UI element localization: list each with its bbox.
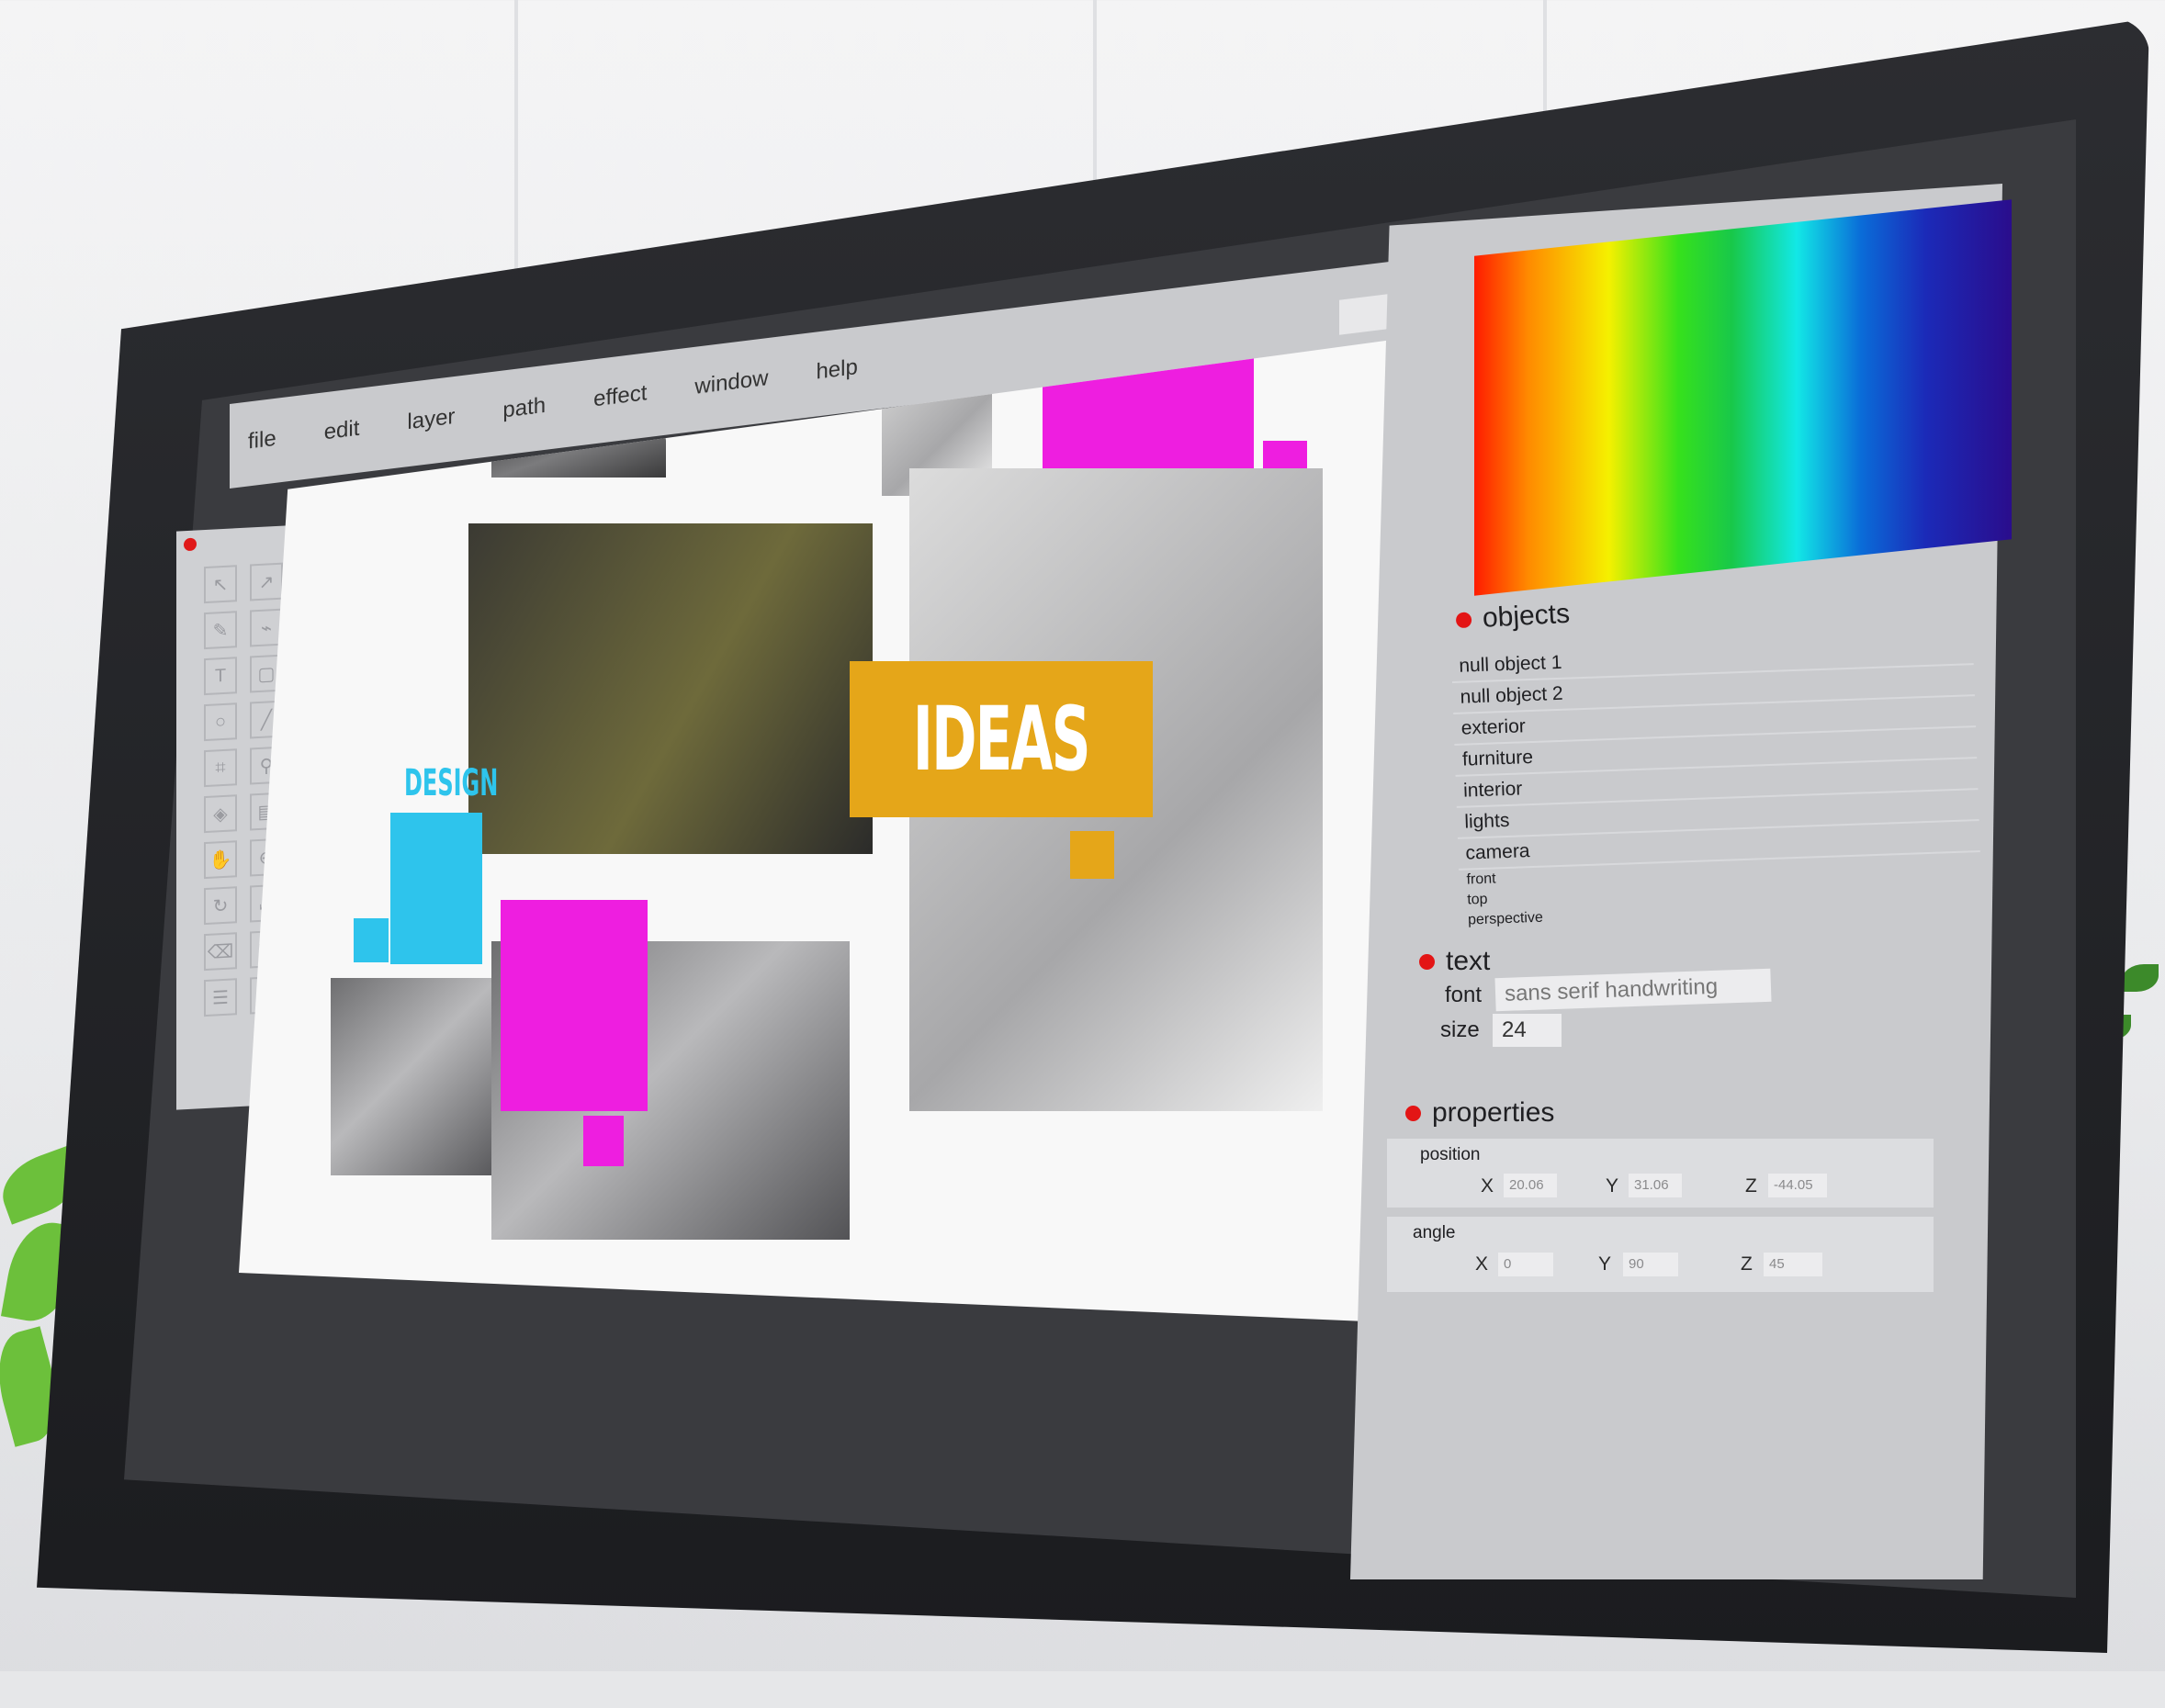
direct-select-tool-icon[interactable]: ↗ xyxy=(250,562,283,601)
gold-block xyxy=(1070,831,1114,879)
crop-tool-icon[interactable]: ⌗ xyxy=(204,748,237,788)
eraser-tool-icon[interactable]: ⌫ xyxy=(204,932,237,972)
desk-surface xyxy=(0,1671,2165,1708)
cyan-block-small xyxy=(354,918,389,962)
properties-section-title: properties xyxy=(1405,1097,1554,1129)
size-field[interactable]: 24 xyxy=(1493,1014,1562,1047)
color-spectrum-picker[interactable] xyxy=(1474,199,2012,596)
branches-photo xyxy=(331,978,505,1175)
section-dot-icon xyxy=(1419,953,1435,970)
menu-effect[interactable]: effect xyxy=(593,380,647,412)
ellipse-tool-icon[interactable]: ○ xyxy=(204,702,237,742)
menu-edit[interactable]: edit xyxy=(324,416,360,446)
subhead-text: DESIGN xyxy=(404,762,499,804)
properties-label: properties xyxy=(1432,1097,1555,1128)
objects-label: objects xyxy=(1482,598,1571,634)
position-label: position xyxy=(1420,1145,1481,1164)
magenta-block-tiny xyxy=(583,1116,624,1166)
angle-x-label: X xyxy=(1475,1253,1489,1275)
brush-tool-icon[interactable]: ⌁ xyxy=(250,608,283,647)
angle-y-field[interactable]: 90 xyxy=(1623,1253,1678,1276)
rotate-tool-icon[interactable]: ↻ xyxy=(204,886,237,926)
ideas-banner: IDEAS xyxy=(850,661,1153,817)
angle-z-field[interactable]: 45 xyxy=(1764,1253,1822,1276)
position-x-field[interactable]: 20.06 xyxy=(1504,1174,1557,1197)
angle-label: angle xyxy=(1413,1223,1456,1242)
angle-z-label: Z xyxy=(1741,1253,1753,1275)
headline-text: IDEAS xyxy=(913,688,1091,791)
layers-tool-icon[interactable]: ☰ xyxy=(204,978,237,1017)
menu-window[interactable]: window xyxy=(694,365,768,400)
position-y-field[interactable]: 31.06 xyxy=(1629,1174,1682,1197)
select-tool-icon[interactable]: ↖ xyxy=(204,565,237,604)
objects-list: null object 1 null object 2 exterior fur… xyxy=(1450,634,1982,931)
pen-tool-icon[interactable]: ✎ xyxy=(204,611,237,650)
text-label: text xyxy=(1446,946,1491,976)
position-x-label: X xyxy=(1481,1175,1494,1197)
text-tool-icon[interactable]: T xyxy=(204,657,237,696)
position-y-label: Y xyxy=(1606,1175,1619,1197)
menu-help[interactable]: help xyxy=(816,354,857,386)
size-label: size xyxy=(1440,1017,1480,1042)
position-z-field[interactable]: -44.05 xyxy=(1768,1174,1827,1197)
angle-y-label: Y xyxy=(1598,1253,1612,1275)
menu-layer[interactable]: layer xyxy=(407,404,455,435)
magenta-overlay xyxy=(501,900,648,1111)
hand-tool-icon[interactable]: ✋ xyxy=(204,840,237,880)
town-photo xyxy=(468,523,873,854)
plant-leaf xyxy=(2122,964,2159,992)
menu-path[interactable]: path xyxy=(502,393,546,424)
font-label: font xyxy=(1445,983,1483,1007)
status-dot xyxy=(184,537,197,552)
objects-section-title: objects xyxy=(1455,599,1571,635)
text-section-title: text xyxy=(1419,946,1490,977)
fill-tool-icon[interactable]: ◈ xyxy=(204,794,237,834)
cyan-block xyxy=(390,813,482,964)
section-dot-icon xyxy=(1405,1105,1421,1121)
position-z-label: Z xyxy=(1745,1175,1757,1197)
design-canvas[interactable]: IDEAS DESIGN xyxy=(239,331,1460,1322)
angle-x-field[interactable]: 0 xyxy=(1498,1253,1553,1276)
menu-file[interactable]: file xyxy=(248,426,276,455)
section-dot-icon xyxy=(1455,611,1472,628)
